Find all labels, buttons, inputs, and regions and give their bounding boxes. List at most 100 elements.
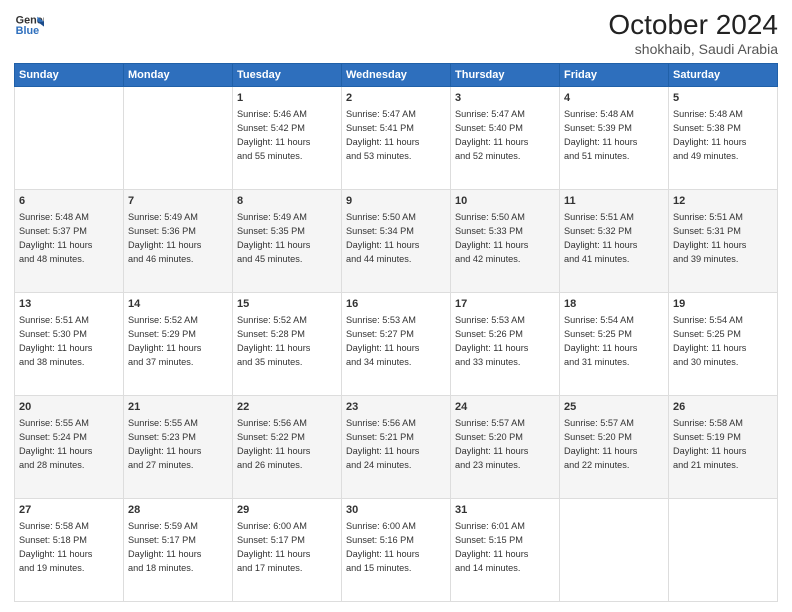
day-number: 24 (455, 400, 555, 415)
calendar-table: SundayMondayTuesdayWednesdayThursdayFrid… (14, 63, 778, 602)
day-number: 1 (237, 91, 337, 106)
cell-info: Sunrise: 5:51 AM Sunset: 5:31 PM Dayligh… (673, 211, 773, 266)
day-number: 9 (346, 194, 446, 209)
day-number: 11 (564, 194, 664, 209)
cell-info: Sunrise: 5:58 AM Sunset: 5:18 PM Dayligh… (19, 520, 119, 575)
day-number: 21 (128, 400, 228, 415)
table-row: 1 Sunrise: 5:46 AM Sunset: 5:42 PM Daylig… (233, 86, 342, 189)
day-number: 25 (564, 400, 664, 415)
day-number: 14 (128, 297, 228, 312)
table-row: 2 Sunrise: 5:47 AM Sunset: 5:41 PM Daylig… (342, 86, 451, 189)
cell-info: Sunrise: 5:56 AM Sunset: 5:21 PM Dayligh… (346, 417, 446, 472)
cell-info: Sunrise: 5:54 AM Sunset: 5:25 PM Dayligh… (673, 314, 773, 369)
table-row: 27 Sunrise: 5:58 AM Sunset: 5:18 PM Dayli… (15, 498, 124, 601)
table-row: 4 Sunrise: 5:48 AM Sunset: 5:39 PM Daylig… (560, 86, 669, 189)
table-row: 8 Sunrise: 5:49 AM Sunset: 5:35 PM Daylig… (233, 189, 342, 292)
cell-info: Sunrise: 5:48 AM Sunset: 5:37 PM Dayligh… (19, 211, 119, 266)
cell-info: Sunrise: 5:59 AM Sunset: 5:17 PM Dayligh… (128, 520, 228, 575)
table-row: 21Sunrise: 5:55 AM Sunset: 5:23 PM Dayli… (124, 395, 233, 498)
header: General Blue October 2024 shokhaib, Saud… (14, 10, 778, 57)
day-number: 26 (673, 400, 773, 415)
table-row: 12 Sunrise: 5:51 AM Sunset: 5:31 PM Dayli… (669, 189, 778, 292)
table-row: 11 Sunrise: 5:51 AM Sunset: 5:32 PM Dayli… (560, 189, 669, 292)
day-number: 10 (455, 194, 555, 209)
day-number: 15 (237, 297, 337, 312)
cell-info: Sunrise: 5:53 AM Sunset: 5:27 PM Dayligh… (346, 314, 446, 369)
cell-info: Sunrise: 6:00 AM Sunset: 5:16 PM Dayligh… (346, 520, 446, 575)
page: General Blue October 2024 shokhaib, Saud… (0, 0, 792, 612)
table-row (15, 86, 124, 189)
day-number: 17 (455, 297, 555, 312)
table-row: 7 Sunrise: 5:49 AM Sunset: 5:36 PM Daylig… (124, 189, 233, 292)
table-row: 6 Sunrise: 5:48 AM Sunset: 5:37 PM Daylig… (15, 189, 124, 292)
day-number: 3 (455, 91, 555, 106)
day-number: 4 (564, 91, 664, 106)
table-row: 28 Sunrise: 5:59 AM Sunset: 5:17 PM Dayli… (124, 498, 233, 601)
day-number: 2 (346, 91, 446, 106)
cell-info: Sunrise: 5:51 AM Sunset: 5:32 PM Dayligh… (564, 211, 664, 266)
col-header-saturday: Saturday (669, 63, 778, 86)
day-number: 8 (237, 194, 337, 209)
table-row: 10 Sunrise: 5:50 AM Sunset: 5:33 PM Dayli… (451, 189, 560, 292)
table-row: 16Sunrise: 5:53 AM Sunset: 5:27 PM Dayli… (342, 292, 451, 395)
col-header-thursday: Thursday (451, 63, 560, 86)
day-number: 7 (128, 194, 228, 209)
day-number: 31 (455, 503, 555, 518)
main-title: October 2024 (608, 10, 778, 41)
table-row: 22 Sunrise: 5:56 AM Sunset: 5:22 PM Dayli… (233, 395, 342, 498)
table-row: 20Sunrise: 5:55 AM Sunset: 5:24 PM Dayli… (15, 395, 124, 498)
title-block: October 2024 shokhaib, Saudi Arabia (608, 10, 778, 57)
day-number: 28 (128, 503, 228, 518)
cell-info: Sunrise: 5:48 AM Sunset: 5:39 PM Dayligh… (564, 108, 664, 163)
col-header-monday: Monday (124, 63, 233, 86)
cell-info: Sunrise: 5:58 AM Sunset: 5:19 PM Dayligh… (673, 417, 773, 472)
day-number: 30 (346, 503, 446, 518)
table-row: 5 Sunrise: 5:48 AM Sunset: 5:38 PM Daylig… (669, 86, 778, 189)
cell-info: Sunrise: 5:50 AM Sunset: 5:34 PM Dayligh… (346, 211, 446, 266)
cell-info: Sunrise: 5:47 AM Sunset: 5:40 PM Dayligh… (455, 108, 555, 163)
table-row: 17Sunrise: 5:53 AM Sunset: 5:26 PM Dayli… (451, 292, 560, 395)
table-row: 18 Sunrise: 5:54 AM Sunset: 5:25 PM Dayli… (560, 292, 669, 395)
cell-info: Sunrise: 5:52 AM Sunset: 5:28 PM Dayligh… (237, 314, 337, 369)
sub-title: shokhaib, Saudi Arabia (608, 41, 778, 57)
table-row (669, 498, 778, 601)
logo-icon: General Blue (14, 10, 44, 40)
day-number: 6 (19, 194, 119, 209)
table-row: 19 Sunrise: 5:54 AM Sunset: 5:25 PM Dayli… (669, 292, 778, 395)
cell-info: Sunrise: 5:49 AM Sunset: 5:35 PM Dayligh… (237, 211, 337, 266)
cell-info: Sunrise: 5:50 AM Sunset: 5:33 PM Dayligh… (455, 211, 555, 266)
cell-info: Sunrise: 5:57 AM Sunset: 5:20 PM Dayligh… (455, 417, 555, 472)
cell-info: Sunrise: 5:46 AM Sunset: 5:42 PM Dayligh… (237, 108, 337, 163)
day-number: 5 (673, 91, 773, 106)
day-number: 18 (564, 297, 664, 312)
table-row: 31Sunrise: 6:01 AM Sunset: 5:15 PM Dayli… (451, 498, 560, 601)
cell-info: Sunrise: 5:55 AM Sunset: 5:24 PM Dayligh… (19, 417, 119, 472)
day-number: 12 (673, 194, 773, 209)
day-number: 27 (19, 503, 119, 518)
col-header-wednesday: Wednesday (342, 63, 451, 86)
day-number: 22 (237, 400, 337, 415)
cell-info: Sunrise: 5:56 AM Sunset: 5:22 PM Dayligh… (237, 417, 337, 472)
table-row: 9 Sunrise: 5:50 AM Sunset: 5:34 PM Daylig… (342, 189, 451, 292)
table-row: 13Sunrise: 5:51 AM Sunset: 5:30 PM Dayli… (15, 292, 124, 395)
table-row: 24 Sunrise: 5:57 AM Sunset: 5:20 PM Dayli… (451, 395, 560, 498)
table-row: 15 Sunrise: 5:52 AM Sunset: 5:28 PM Dayli… (233, 292, 342, 395)
logo: General Blue (14, 10, 44, 40)
cell-info: Sunrise: 5:54 AM Sunset: 5:25 PM Dayligh… (564, 314, 664, 369)
table-row: 23 Sunrise: 5:56 AM Sunset: 5:21 PM Dayli… (342, 395, 451, 498)
svg-text:Blue: Blue (16, 25, 39, 37)
day-number: 29 (237, 503, 337, 518)
table-row: 26 Sunrise: 5:58 AM Sunset: 5:19 PM Dayli… (669, 395, 778, 498)
day-number: 23 (346, 400, 446, 415)
table-row (124, 86, 233, 189)
col-header-sunday: Sunday (15, 63, 124, 86)
cell-info: Sunrise: 5:48 AM Sunset: 5:38 PM Dayligh… (673, 108, 773, 163)
cell-info: Sunrise: 5:52 AM Sunset: 5:29 PM Dayligh… (128, 314, 228, 369)
cell-info: Sunrise: 5:47 AM Sunset: 5:41 PM Dayligh… (346, 108, 446, 163)
table-row: 3 Sunrise: 5:47 AM Sunset: 5:40 PM Daylig… (451, 86, 560, 189)
day-number: 19 (673, 297, 773, 312)
col-header-friday: Friday (560, 63, 669, 86)
cell-info: Sunrise: 6:00 AM Sunset: 5:17 PM Dayligh… (237, 520, 337, 575)
cell-info: Sunrise: 5:49 AM Sunset: 5:36 PM Dayligh… (128, 211, 228, 266)
day-number: 13 (19, 297, 119, 312)
